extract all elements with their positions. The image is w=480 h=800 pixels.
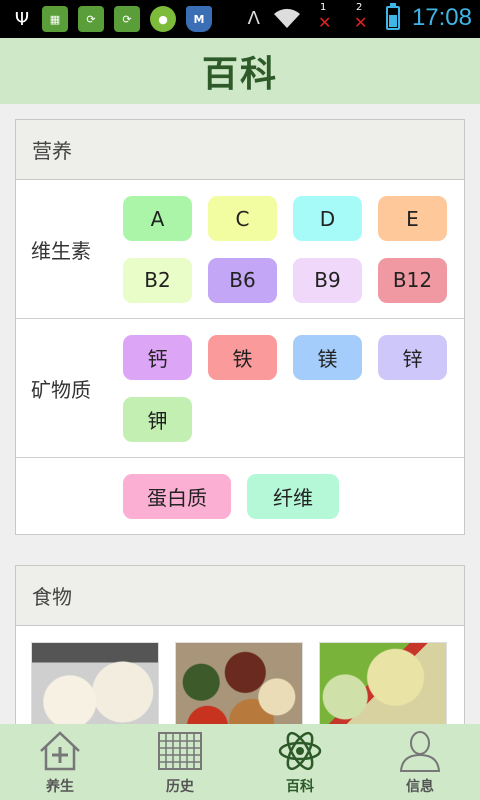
food-image-steamed-buns[interactable] (31, 642, 159, 736)
tab-health-label: 养生 (46, 779, 74, 795)
notification-icons: Ψ ▦ ⟳ ⟳ ● M (12, 6, 212, 32)
food-image-grains-beans[interactable] (175, 642, 303, 736)
status-bar: Ψ ▦ ⟳ ⟳ ● M ᐱ 1 ✕ 2 ✕ 17:08 (0, 0, 480, 38)
chip-vitamin-b12[interactable]: B12 (378, 257, 447, 303)
chip-vitamin-b9[interactable]: B9 (293, 257, 362, 303)
wifi-icon (273, 8, 300, 28)
bluetooth-icon: ᐱ (247, 7, 260, 29)
tab-encyclopedia[interactable]: 百科 (240, 724, 360, 800)
chip-vitamin-c[interactable]: C (208, 196, 277, 241)
chip-vitamin-d[interactable]: D (293, 196, 362, 241)
tab-health[interactable]: 养生 (0, 724, 120, 800)
app-header: 百科 (0, 38, 480, 104)
chip-vitamin-a[interactable]: A (123, 196, 192, 241)
mineral-chips: 钙 铁 镁 锌 钾 (123, 319, 464, 457)
chip-fiber[interactable]: 纤维 (247, 474, 339, 519)
mineral-row: 矿物质 钙 铁 镁 锌 钾 (16, 319, 464, 458)
tab-info[interactable]: 信息 (360, 724, 480, 800)
tab-encyclopedia-label: 百科 (286, 779, 314, 795)
chip-vitamin-e[interactable]: E (378, 196, 447, 241)
tab-history[interactable]: 历史 (120, 724, 240, 800)
clock: 17:08 (411, 4, 472, 31)
shield-icon: M (186, 6, 212, 32)
vitamin-row: 维生素 A C D E B2 B6 B9 B12 (16, 180, 464, 319)
signal-sim2-icon: 2 ✕ (353, 2, 368, 32)
shopping-bag-refresh-icon: ⟳ (78, 6, 104, 32)
mineral-row-label: 矿物质 (31, 377, 91, 402)
chip-mineral-iron[interactable]: 铁 (208, 335, 277, 380)
chip-vitamin-b2[interactable]: B2 (123, 257, 192, 303)
chip-vitamin-b6[interactable]: B6 (208, 257, 277, 303)
food-image-row (16, 626, 464, 736)
signal-sim1-icon: 1 ✕ (317, 2, 332, 32)
other-nutrient-row-label (16, 458, 123, 534)
tab-info-label: 信息 (406, 779, 434, 795)
chip-mineral-potassium[interactable]: 钾 (123, 396, 192, 442)
food-card: 食物 (15, 565, 465, 745)
house-plus-icon (37, 728, 83, 774)
calendar-grid-icon (157, 728, 203, 774)
other-nutrient-chips: 蛋白质 纤维 (123, 458, 464, 534)
food-card-title: 食物 (16, 566, 464, 626)
shopping-bag-refresh-icon: ⟳ (114, 6, 140, 32)
other-nutrient-row: 蛋白质 纤维 (16, 458, 464, 534)
battery-charging-icon (385, 3, 400, 30)
person-icon (397, 728, 443, 774)
chip-mineral-zinc[interactable]: 锌 (378, 335, 447, 380)
vitamin-row-label: 维生素 (31, 238, 91, 263)
atom-icon (277, 728, 323, 774)
nutrition-card: 营养 维生素 A C D E B2 B6 B9 B12 矿物质 钙 铁 镁 锌 … (15, 119, 465, 535)
page-title: 百科 (201, 54, 278, 95)
chip-mineral-calcium[interactable]: 钙 (123, 335, 192, 380)
chip-mineral-magnesium[interactable]: 镁 (293, 335, 362, 380)
vitamin-chips: A C D E B2 B6 B9 B12 (123, 180, 464, 318)
chip-protein[interactable]: 蛋白质 (123, 474, 231, 519)
nutrition-card-title: 营养 (16, 120, 464, 180)
wechat-icon: ● (150, 6, 176, 32)
food-image-tofu-beans[interactable] (319, 642, 447, 736)
usb-icon: Ψ (14, 8, 30, 30)
system-icons: ᐱ 1 ✕ 2 ✕ 17:08 (247, 2, 472, 32)
tab-history-label: 历史 (166, 779, 194, 795)
bottom-tab-bar: 养生 历史 百科 信息 (0, 724, 480, 800)
shopping-bag-icon: ▦ (42, 6, 68, 32)
